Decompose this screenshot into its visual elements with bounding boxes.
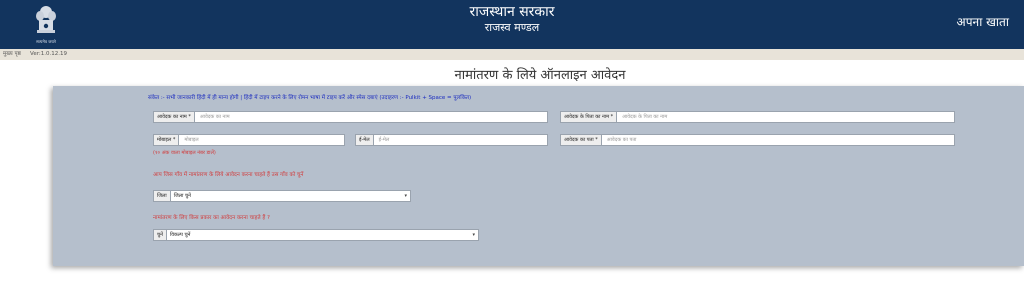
chevron-down-icon: ▾ (404, 193, 407, 199)
my-account-link[interactable]: अपना खाता (957, 13, 1009, 30)
home-link[interactable]: मुख्य पृष्ठ (3, 49, 21, 60)
page-title: नामांतरण के लिये ऑनलाइन आवेदन (454, 68, 626, 83)
choose-label: चुनें (153, 229, 167, 241)
father-name-input[interactable]: आवेदक के पिता का नाम (617, 111, 955, 123)
mobile-label: मोबाइल * (153, 134, 180, 146)
choose-selected: विकल्प चुनें (169, 232, 191, 238)
mobile-field: मोबाइल * मोबाइल (153, 134, 345, 146)
district-selected: जिला चुनें (173, 193, 191, 199)
sub-bar: मुख्य पृष्ठ Ver:1.0.12.19 (0, 49, 1024, 60)
email-input[interactable]: ई-मेल (373, 134, 548, 146)
mobile-input[interactable]: मोबाइल (179, 134, 345, 146)
address-field: आवेदक का पता * आवेदक का पता (560, 134, 955, 146)
choose-field: चुनें विकल्प चुनें ▾ (153, 229, 479, 241)
applicant-name-label: आवेदक का नाम * (153, 111, 195, 123)
application-type-select[interactable]: विकल्प चुनें ▾ (166, 229, 479, 241)
applicant-name-input[interactable]: आवेदक का नाम (194, 111, 548, 123)
applicant-name-field: आवेदक का नाम * आवेदक का नाम (153, 111, 548, 123)
address-input[interactable]: आवेदक का पता (601, 134, 955, 146)
district-field: जिला जिला चुनें ▾ (153, 190, 411, 202)
email-label: ई-मेल (355, 134, 374, 146)
email-field: ई-मेल ई-मेल (355, 134, 548, 146)
header-subtitle: राजस्व मण्डल (484, 21, 540, 34)
version-text: Ver:1.0.12.19 (30, 51, 67, 57)
district-label: जिला (153, 190, 171, 202)
father-name-field: आवेदक के पिता का नाम * आवेदक के पिता का … (560, 111, 955, 123)
form-hint: संकेत :- सभी जानकारी हिंदी में ही मान्य … (148, 95, 472, 101)
address-label: आवेदक का पता * (560, 134, 602, 146)
type-question: नामांतरण के लिए किस प्रकार का आवेदन करना… (153, 215, 270, 221)
state-emblem-icon: सत्यमेव जयते (31, 3, 61, 47)
district-select[interactable]: जिला चुनें ▾ (170, 190, 411, 202)
application-form: संकेत :- सभी जानकारी हिंदी में ही मान्य … (53, 86, 1024, 266)
mobile-error: (१० अंक वाला मोबाइल नंबर डालें) (153, 150, 216, 156)
father-name-label: आवेदक के पिता का नाम * (560, 111, 618, 123)
village-question: आप जिस गाँव में नामांतरण के लिये आवेदन क… (153, 172, 304, 178)
top-header: सत्यमेव जयते राजस्थान सरकार राजस्व मण्डल… (0, 0, 1024, 49)
header-title: राजस्थान सरकार (469, 4, 555, 20)
emblem-caption: सत्यमेव जयते (36, 39, 56, 44)
chevron-down-icon: ▾ (472, 232, 475, 238)
